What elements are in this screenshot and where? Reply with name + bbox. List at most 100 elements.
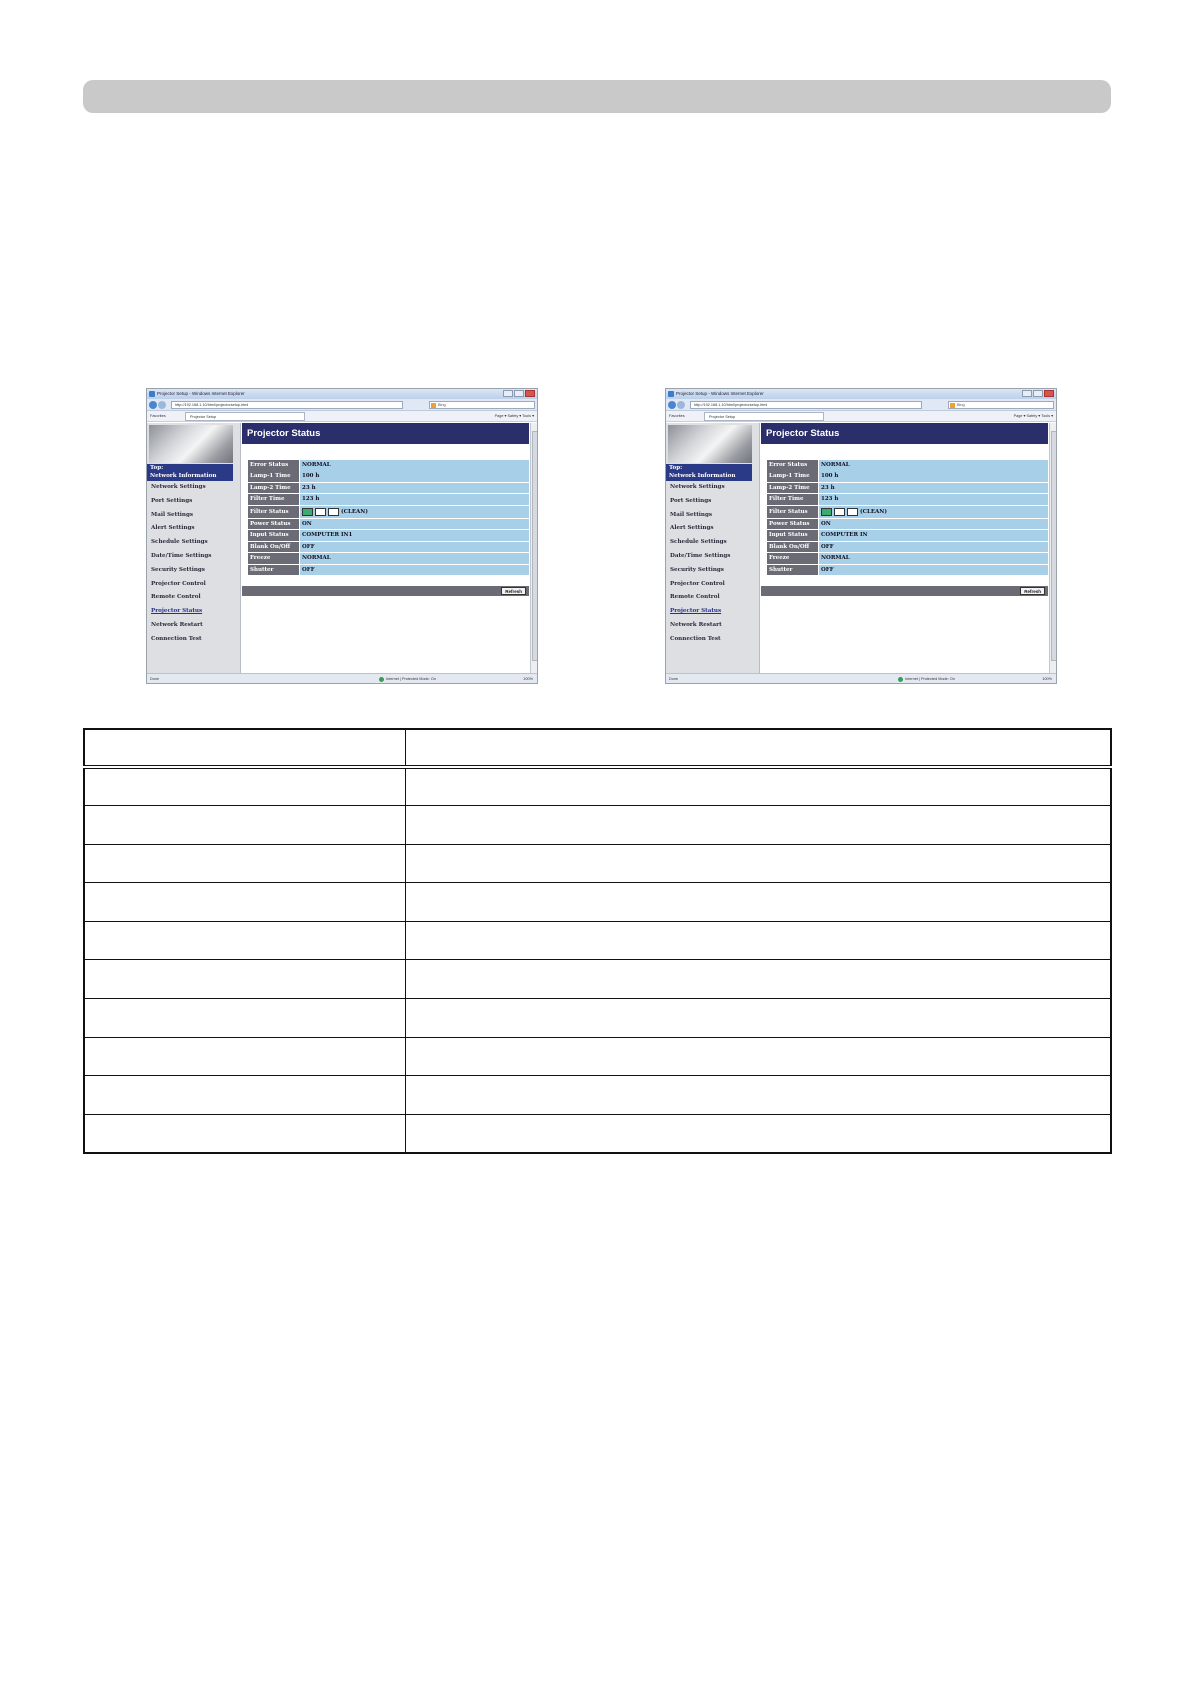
refresh-bar: Refresh <box>761 586 1048 596</box>
table-row <box>83 998 1112 1038</box>
table-row <box>83 1036 1112 1077</box>
table-cell <box>404 766 1112 807</box>
status-label: Power Status <box>767 518 818 530</box>
close-button[interactable] <box>1044 390 1054 397</box>
refresh-button[interactable]: Refresh <box>1020 587 1045 595</box>
status-row: Error Status NORMAL <box>248 460 529 471</box>
sidebar-item-network-information[interactable]: Top: Network Information <box>666 464 752 481</box>
status-label: Filter Status <box>248 505 299 519</box>
browser-tab[interactable]: Projector Setup <box>704 412 824 421</box>
favorites-button[interactable]: Favorites <box>669 411 685 422</box>
sidebar-item-date-time-settings[interactable]: Date/Time Settings <box>147 550 240 564</box>
table-cell <box>404 1113 1112 1154</box>
sidebar-item-alert-settings[interactable]: Alert Settings <box>666 522 759 536</box>
sidebar-item-network-restart[interactable]: Network Restart <box>147 619 240 633</box>
table-row <box>83 920 1112 961</box>
sidebar-item-remote-control[interactable]: Remote Control <box>147 591 240 605</box>
sidebar-item-port-settings[interactable]: Port Settings <box>666 495 759 509</box>
address-bar-row: http://192.168.1.10/html/projectorsetup.… <box>147 399 537 411</box>
scrollbar-thumb[interactable] <box>1051 431 1056 661</box>
table-row <box>83 843 1112 884</box>
window-controls <box>503 390 535 397</box>
sidebar-item-projector-control[interactable]: Projector Control <box>666 578 759 592</box>
sidebar-item-mail-settings[interactable]: Mail Settings <box>666 509 759 523</box>
filter-level-indicator <box>302 507 313 516</box>
table-row <box>83 1113 1112 1154</box>
command-bar[interactable]: Page ▾ Safety ▾ Tools ▾ <box>495 411 534 422</box>
sidebar-item-security-settings[interactable]: Security Settings <box>666 564 759 578</box>
sidebar-item-network-information[interactable]: Top: Network Information <box>147 464 233 481</box>
maximize-button[interactable] <box>1033 390 1043 397</box>
sidebar-item-remote-control[interactable]: Remote Control <box>666 591 759 605</box>
browser-tab[interactable]: Projector Setup <box>185 412 305 421</box>
favorites-bar: Favorites Projector Setup Page ▾ Safety … <box>147 411 537 422</box>
back-arrow-icon[interactable] <box>149 401 157 409</box>
status-row: Blank On/Off OFF <box>248 541 529 553</box>
status-row: Filter Time 123 h <box>767 494 1048 505</box>
address-bar-row: http://192.168.1.10/html/projectorsetup.… <box>666 399 1056 411</box>
search-input[interactable]: Bing <box>429 401 535 409</box>
sidebar-item-mail-settings[interactable]: Mail Settings <box>147 509 240 523</box>
address-input[interactable]: http://192.168.1.10/html/projectorsetup.… <box>690 401 922 409</box>
status-text: Done <box>669 677 679 681</box>
table-cell <box>83 1036 406 1077</box>
minimize-button[interactable] <box>503 390 513 397</box>
back-arrow-icon[interactable] <box>668 401 676 409</box>
sidebar-item-schedule-settings[interactable]: Schedule Settings <box>147 536 240 550</box>
sidebar-item-date-time-settings[interactable]: Date/Time Settings <box>666 550 759 564</box>
minimize-button[interactable] <box>1022 390 1032 397</box>
sidebar-item-network-settings[interactable]: Network Settings <box>666 481 759 495</box>
vertical-scrollbar[interactable] <box>530 423 537 675</box>
sidebar-item-network-settings[interactable]: Network Settings <box>147 481 240 495</box>
table-cell <box>83 882 406 922</box>
maximize-button[interactable] <box>514 390 524 397</box>
browser-status-bar: Done Internet | Protected Mode: On 100% <box>666 673 1056 683</box>
status-row: Blank On/Off OFF <box>767 541 1048 553</box>
table-cell <box>83 998 406 1038</box>
sidebar-item-alert-settings[interactable]: Alert Settings <box>147 522 240 536</box>
sidebar-item-port-settings[interactable]: Port Settings <box>147 495 240 509</box>
sidebar-item-projector-status[interactable]: Projector Status <box>666 605 759 619</box>
command-bar[interactable]: Page ▾ Safety ▾ Tools ▾ <box>1014 411 1053 422</box>
status-label: Lamp-2 Time <box>248 482 299 494</box>
main-panel: Projector Status Error Status NORMAL Lamp-… <box>761 423 1048 675</box>
status-label: Filter Time <box>248 494 299 505</box>
status-row: Shutter OFF <box>767 564 1048 576</box>
security-zone-label: Internet | Protected Mode: On <box>386 677 436 681</box>
favorites-button[interactable]: Favorites <box>150 411 166 422</box>
sidebar-top-sublabel: Network Information <box>150 472 217 479</box>
sidebar-item-schedule-settings[interactable]: Schedule Settings <box>666 536 759 550</box>
sidebar-item-network-restart[interactable]: Network Restart <box>666 619 759 633</box>
filter-level-indicator <box>328 507 339 516</box>
table-cell <box>83 959 406 1000</box>
sidebar-item-projector-control[interactable]: Projector Control <box>147 578 240 592</box>
status-row: Shutter OFF <box>248 564 529 576</box>
status-row: Power Status ON <box>248 518 529 530</box>
status-row: Lamp-1 Time 100 h <box>248 471 529 482</box>
scrollbar-thumb[interactable] <box>532 431 537 661</box>
zoom-level[interactable]: 100% <box>523 674 533 683</box>
sidebar-item-connection-test[interactable]: Connection Test <box>666 633 759 647</box>
status-label: Shutter <box>767 564 818 576</box>
browser-title-bar: Projector Setup - Windows Internet Explo… <box>666 389 1056 399</box>
main-panel: Projector Status Error Status NORMAL Lamp-… <box>242 423 529 675</box>
close-button[interactable] <box>525 390 535 397</box>
table-row <box>83 882 1112 922</box>
refresh-button[interactable]: Refresh <box>501 587 526 595</box>
status-value: OFF <box>819 541 1048 553</box>
address-input[interactable]: http://192.168.1.10/html/projectorsetup.… <box>171 401 403 409</box>
search-input[interactable]: Bing <box>948 401 1054 409</box>
vertical-scrollbar[interactable] <box>1049 423 1056 675</box>
zoom-level[interactable]: 100% <box>1042 674 1052 683</box>
table-header-cell-description <box>404 728 1112 769</box>
forward-arrow-icon[interactable] <box>677 401 685 409</box>
table-row <box>83 805 1112 845</box>
sidebar-item-connection-test[interactable]: Connection Test <box>147 633 240 647</box>
projector-photo <box>149 425 233 463</box>
sidebar-item-projector-status[interactable]: Projector Status <box>147 605 240 619</box>
status-label: Input Status <box>248 530 299 541</box>
forward-arrow-icon[interactable] <box>158 401 166 409</box>
sidebar-item-security-settings[interactable]: Security Settings <box>147 564 240 578</box>
status-row: Filter Status (CLEAN) <box>248 505 529 519</box>
ie-icon <box>149 391 155 397</box>
